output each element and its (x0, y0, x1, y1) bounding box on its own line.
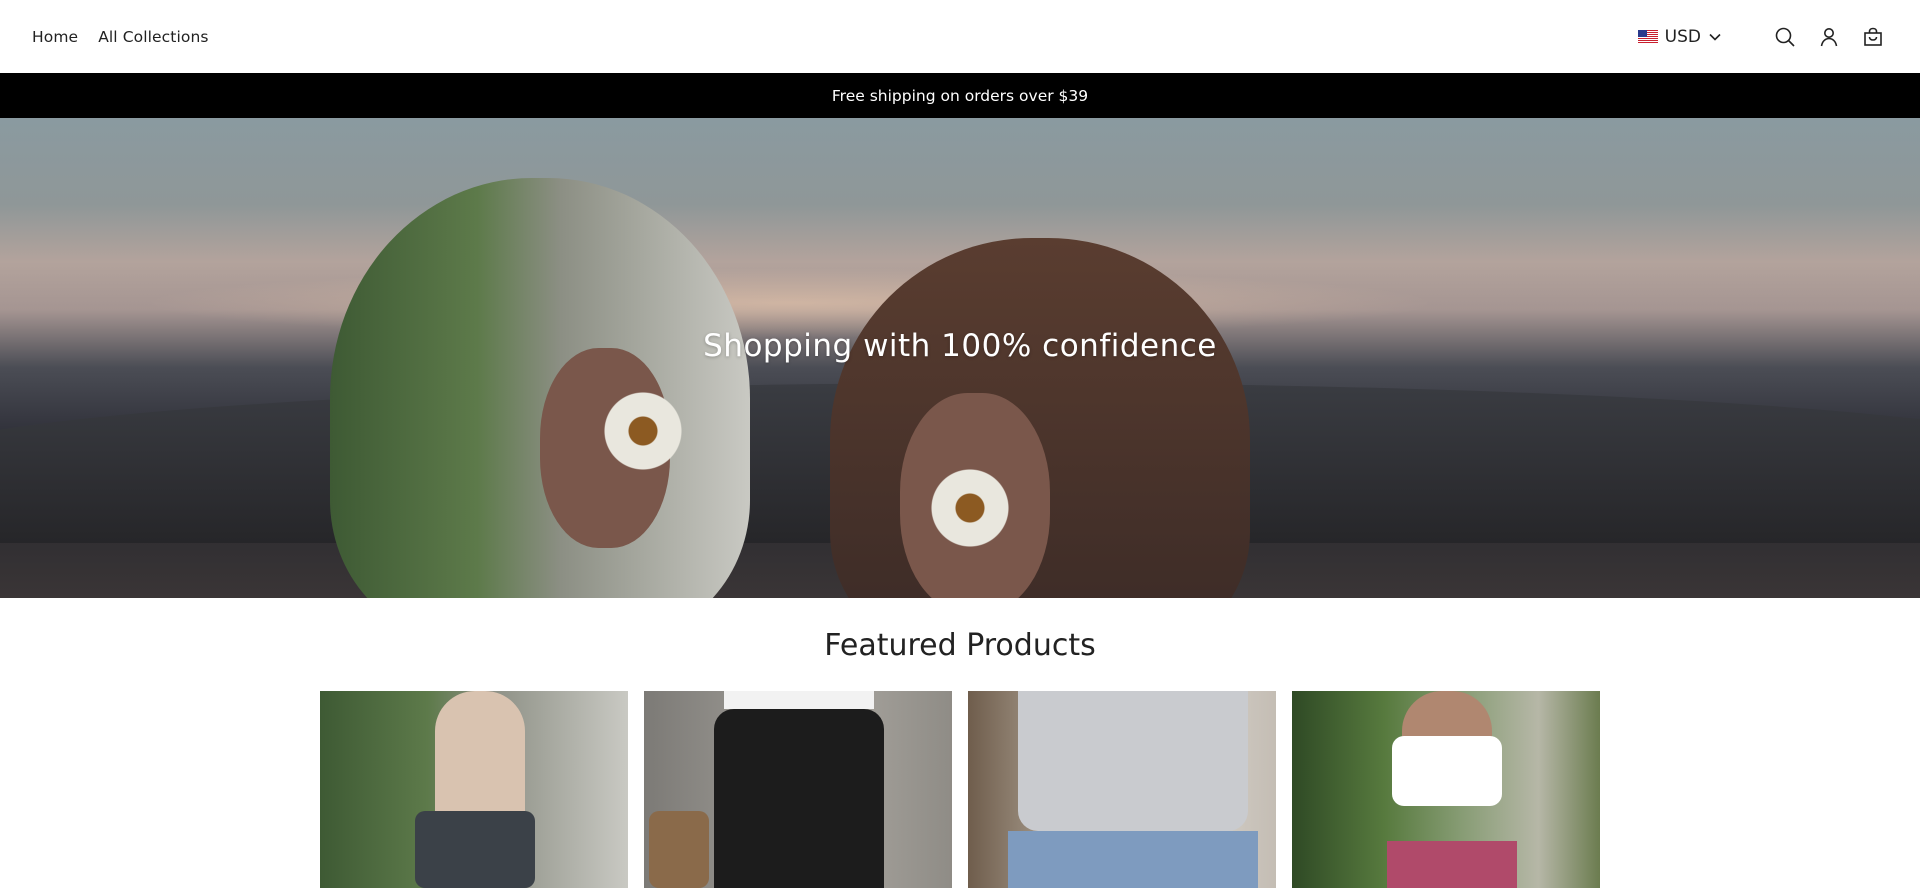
announcement-bar: Free shipping on orders over $39 (0, 73, 1920, 118)
product-card-3[interactable] (968, 691, 1276, 888)
nav-home[interactable]: Home (32, 28, 78, 46)
hero-banner: Shopping with 100% confidence (0, 118, 1920, 598)
currency-selector[interactable]: USD (1637, 26, 1722, 47)
site-header: Home All Collections USD (0, 0, 1920, 73)
announcement-text: Free shipping on orders over $39 (831, 86, 1089, 105)
account-button[interactable] (1818, 26, 1840, 48)
search-icon (1775, 27, 1795, 47)
main-nav: Home All Collections (32, 0, 209, 73)
featured-products-title: Featured Products (824, 628, 1096, 663)
cart-icon (1864, 27, 1882, 46)
nav-all-collections[interactable]: All Collections (98, 28, 208, 46)
cart-button[interactable] (1862, 26, 1884, 48)
header-tools: USD (1637, 0, 1884, 73)
product-card-4[interactable] (1292, 691, 1600, 888)
hero-image-person-left (330, 178, 750, 598)
product-card-1[interactable] (320, 691, 628, 888)
product-card-2[interactable] (644, 691, 952, 888)
chevron-down-icon (1709, 33, 1721, 41)
currency-code: USD (1664, 26, 1701, 47)
hero-title: Shopping with 100% confidence (703, 328, 1217, 364)
daisy-image (603, 391, 683, 471)
account-icon (1820, 27, 1838, 46)
featured-products-grid (320, 691, 1600, 888)
daisy-image (930, 468, 1010, 548)
us-flag-icon (1637, 30, 1658, 43)
search-button[interactable] (1774, 26, 1796, 48)
